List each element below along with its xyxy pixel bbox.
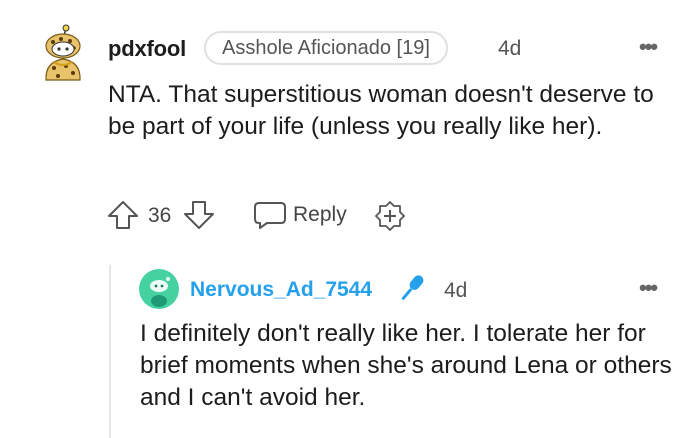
microphone-icon	[401, 275, 424, 300]
snoo-avatar-icon	[139, 269, 179, 309]
add-award-icon	[375, 201, 405, 231]
upvote-icon	[108, 201, 138, 229]
badge	[396, 271, 428, 305]
vote-score: 36	[148, 204, 172, 227]
comment-timestamp: 4d	[498, 37, 522, 60]
downvote-button[interactable]	[182, 199, 216, 231]
speech-bubble-icon	[254, 202, 286, 229]
comment-author[interactable]: pdxfool	[108, 36, 186, 62]
reply-label: Reply	[293, 203, 347, 226]
reply-author[interactable]: Nervous_Ad_7544	[190, 278, 372, 302]
upvote-button[interactable]	[106, 199, 140, 231]
award-button[interactable]	[374, 200, 406, 232]
user-avatar[interactable]	[36, 24, 90, 82]
reply-user-avatar[interactable]	[139, 269, 179, 309]
more-options-button[interactable]: •••	[639, 34, 658, 60]
reply-body: I definitely don't really like her. I to…	[140, 320, 672, 411]
downvote-icon	[184, 201, 214, 229]
comment-body: NTA. That superstitious woman doesn't de…	[108, 81, 654, 140]
reply-more-options-button[interactable]: •••	[639, 275, 658, 301]
reply-timestamp: 4d	[444, 279, 468, 302]
snoo-avatar-icon	[45, 24, 81, 81]
comment-thread: pdxfool Asshole Aficionado [19] 4d ••• N…	[0, 0, 700, 438]
thread-line[interactable]	[109, 265, 111, 438]
user-flair: Asshole Aficionado [19]	[204, 31, 448, 65]
